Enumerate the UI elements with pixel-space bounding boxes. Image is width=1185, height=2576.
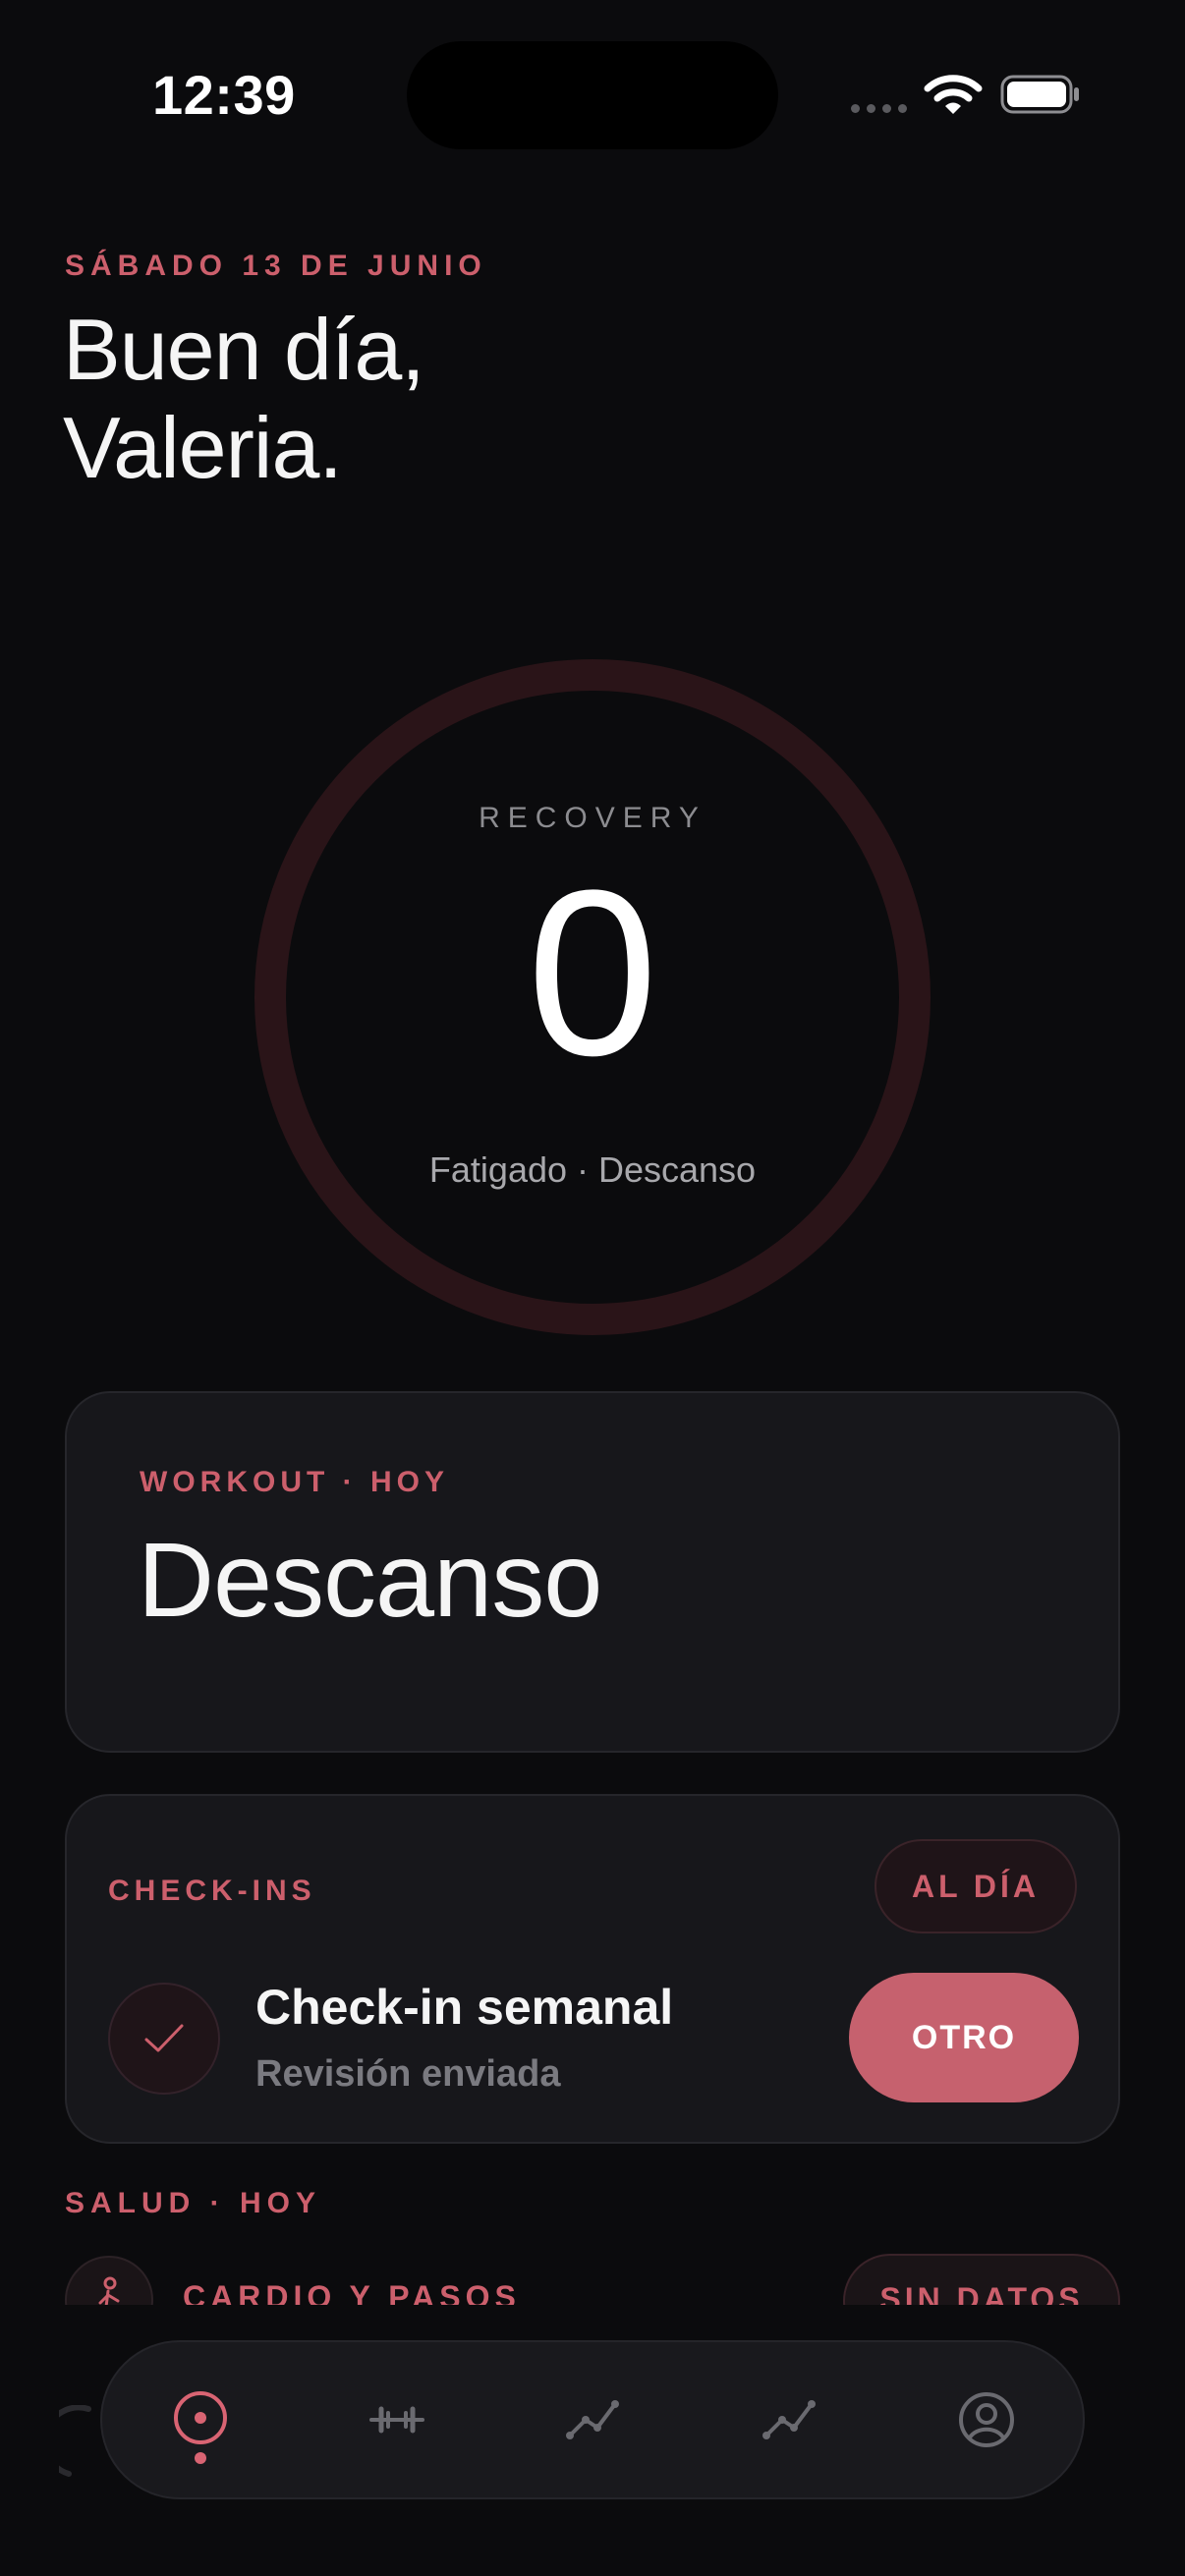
battery-icon <box>1000 75 1079 114</box>
tab-progress[interactable] <box>535 2342 652 2497</box>
check-icon <box>144 2024 184 2052</box>
signal-dots-icon <box>851 104 907 113</box>
tab-profile[interactable] <box>928 2342 1045 2497</box>
health-row-label: CARDIO Y PASOS <box>183 2279 521 2305</box>
tab-metrics[interactable] <box>731 2342 849 2497</box>
greeting-line-2: Valeria. <box>63 399 343 496</box>
health-row[interactable]: CARDIO Y PASOS SIN DATOS <box>0 2240 1185 2305</box>
date-label: SÁBADO 13 DE JUNIO <box>65 250 487 282</box>
checkins-eyebrow: CHECK-INS <box>108 1875 316 1907</box>
checkin-title[interactable]: Check-in semanal <box>255 1979 673 2036</box>
health-status-badge: SIN DATOS <box>843 2254 1120 2305</box>
active-tab-indicator <box>195 2452 206 2464</box>
trend-line-icon <box>566 2400 619 2439</box>
recovery-label: RECOVERY <box>479 802 706 834</box>
dynamic-island <box>407 41 778 149</box>
health-section-label: SALUD · HOY <box>65 2187 321 2219</box>
checkins-card: CHECK-INS AL DÍA Check-in semanal Revisi… <box>65 1794 1120 2144</box>
dumbbell-icon <box>369 2406 424 2434</box>
walking-person-icon <box>98 2276 120 2305</box>
recovery-score: 0 <box>527 841 658 1104</box>
greeting-line-1: Buen día, <box>63 301 425 398</box>
tab-home[interactable] <box>141 2342 259 2497</box>
workout-title: Descanso <box>138 1520 602 1639</box>
trend-line-icon <box>762 2400 816 2439</box>
checkins-status-badge: AL DÍA <box>875 1839 1077 1933</box>
other-checkin-button[interactable]: OTRO <box>849 1973 1079 2102</box>
greeting-title: Buen día, Valeria. <box>63 301 425 497</box>
tab-workouts[interactable] <box>338 2342 456 2497</box>
checkin-status-circle <box>108 1983 220 2095</box>
tab-bar <box>100 2340 1085 2499</box>
health-icon-circle <box>65 2256 153 2305</box>
home-target-icon <box>174 2391 227 2444</box>
profile-icon <box>959 2392 1014 2447</box>
checkin-subtitle: Revisión enviada <box>255 2053 561 2095</box>
workout-eyebrow: WORKOUT · HOY <box>140 1466 449 1498</box>
workout-card[interactable]: WORKOUT · HOY Descanso <box>65 1391 1120 1753</box>
recovery-status: Fatigado · Descanso <box>428 1149 757 1190</box>
wifi-icon <box>924 75 983 114</box>
status-time: 12:39 <box>152 64 296 126</box>
